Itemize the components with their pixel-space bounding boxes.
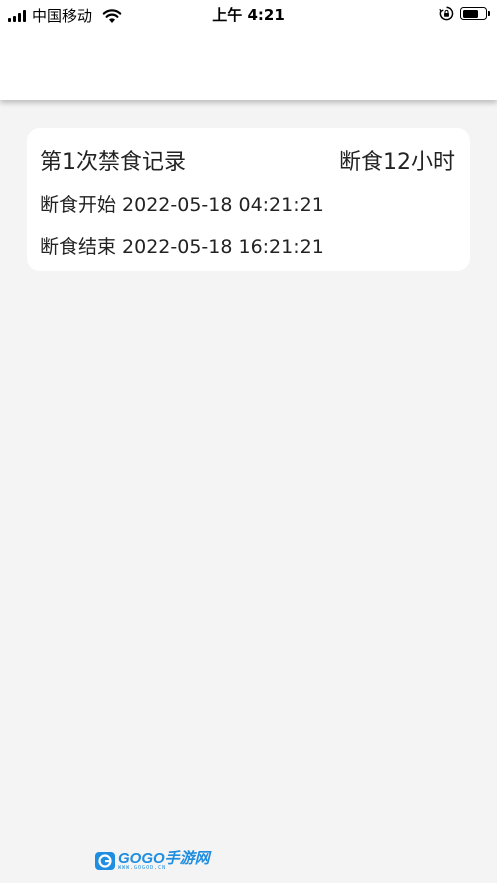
app-screen: 中国移动 上午 4:21 第1次禁食记录 断食12小时 断食开始 2022-05…	[0, 0, 497, 883]
battery-level	[462, 9, 478, 18]
status-right	[439, 6, 490, 21]
fasting-record-card[interactable]: 第1次禁食记录 断食12小时 断食开始 2022-05-18 04:21:21 断…	[27, 128, 470, 271]
fasting-start-row: 断食开始 2022-05-18 04:21:21	[40, 190, 324, 217]
fasting-duration: 断食12小时	[339, 150, 455, 175]
record-title: 第1次禁食记录	[40, 150, 186, 175]
rotation-lock-icon	[439, 6, 454, 21]
fasting-end-label: 断食结束	[40, 236, 117, 258]
fasting-end-time: 2022-05-18 16:21:21	[122, 236, 324, 258]
watermark-brand: GOGO手游网	[118, 850, 210, 867]
watermark-text: GOGO手游网 WWW.GOGOD.CN	[118, 851, 210, 871]
watermark: GOGO手游网 WWW.GOGOD.CN	[94, 851, 210, 871]
gogo-logo-icon	[95, 852, 115, 870]
watermark-url: WWW.GOGOD.CN	[118, 865, 167, 871]
fasting-end-row: 断食结束 2022-05-18 16:21:21	[40, 232, 324, 259]
fasting-start-time: 2022-05-18 04:21:21	[122, 194, 324, 216]
battery-icon	[460, 7, 490, 20]
status-bar: 中国移动 上午 4:21	[0, 0, 497, 28]
status-time: 上午 4:21	[212, 6, 285, 24]
fasting-start-label: 断食开始	[40, 194, 117, 216]
top-header: 中国移动 上午 4:21	[0, 0, 497, 100]
